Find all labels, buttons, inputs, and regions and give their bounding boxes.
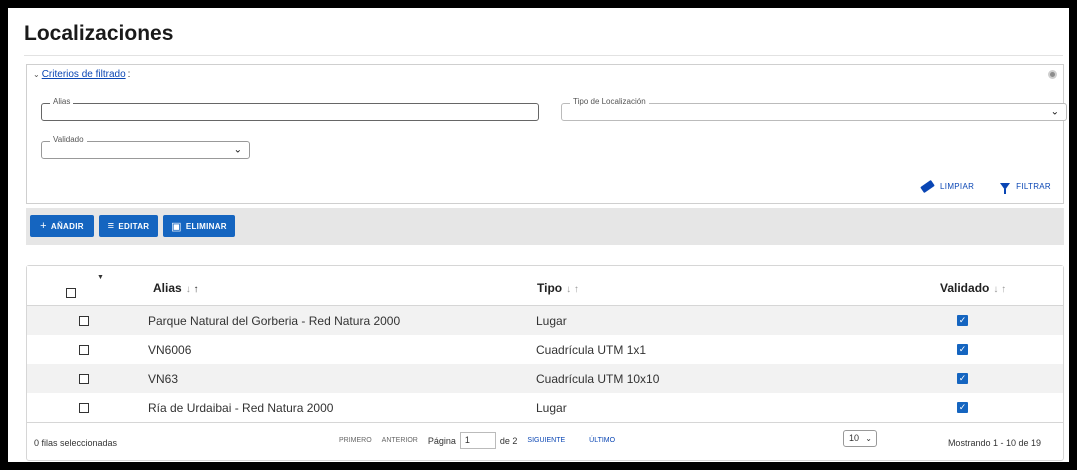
filter-label: FILTRAR <box>1016 182 1051 191</box>
page-number-input[interactable]: 1 <box>459 432 496 449</box>
page-title: Localizaciones <box>24 22 174 45</box>
delete-button[interactable]: ▣ ELIMINAR <box>163 215 235 237</box>
eraser-icon <box>920 179 935 194</box>
select-all-checkbox[interactable] <box>66 288 76 298</box>
add-button[interactable]: + AÑADIR <box>30 215 94 237</box>
delete-label: ELIMINAR <box>185 221 227 231</box>
filter-button[interactable]: FILTRAR <box>1000 182 1051 194</box>
pagination: PRIMERO ANTERIOR Página 1 de 2 SIGUIENTE… <box>339 432 615 449</box>
checkbox-checked-icon: ✓ <box>957 315 968 326</box>
filter-header: ⌄ Criterios de filtrado : <box>33 69 130 80</box>
edit-label: EDITAR <box>118 221 150 231</box>
row-checkbox[interactable] <box>79 374 89 384</box>
add-label: AÑADIR <box>50 221 84 231</box>
plus-icon: + <box>40 220 47 232</box>
title-divider <box>24 55 1063 56</box>
checkbox-checked-icon: ✓ <box>957 373 968 384</box>
cell-tipo: Cuadrícula UTM 1x1 <box>536 343 647 357</box>
trash-icon: ▣ <box>171 220 182 233</box>
filter-header-colon: : <box>127 69 131 80</box>
chevron-down-icon[interactable]: ⌄ <box>33 70 40 79</box>
column-header-validado[interactable]: Validado ↓ ↑ <box>940 281 1006 295</box>
table-row[interactable]: VN63 Cuadrícula UTM 10x10 ✓ <box>27 364 1063 393</box>
chevron-down-icon: ⌄ <box>233 144 242 156</box>
tipo-label: Tipo de Localización <box>570 97 649 106</box>
filter-actions: LIMPIAR FILTRAR <box>920 179 1051 194</box>
cell-tipo: Lugar <box>536 314 567 328</box>
sort-arrows-icon[interactable]: ↓ ↑ <box>566 284 579 295</box>
cell-alias: VN6006 <box>148 343 192 357</box>
selected-count: 0 filas seleccionadas <box>34 438 118 448</box>
row-checkbox[interactable] <box>79 403 89 413</box>
app-frame: Localizaciones ⌄ Criterios de filtrado :… <box>8 8 1069 462</box>
row-checkbox[interactable] <box>79 345 89 355</box>
checkbox-checked-icon: ✓ <box>957 402 968 413</box>
collapse-toggle-icon[interactable] <box>1048 70 1057 79</box>
cell-alias: Ría de Urdaibai - Red Natura 2000 <box>148 401 334 415</box>
page-size-value: 10 <box>849 433 860 443</box>
validado-select[interactable]: Validado ⌄ <box>41 135 250 159</box>
next-page-link[interactable]: SIGUIENTE <box>527 437 565 444</box>
cell-alias: VN63 <box>148 372 179 386</box>
checkbox-checked-icon: ✓ <box>957 344 968 355</box>
sort-arrows-icon[interactable]: ↓ ↑ <box>993 284 1006 295</box>
column-header-tipo[interactable]: Tipo ↓ ↑ <box>537 281 579 295</box>
action-toolbar: + AÑADIR ≡ EDITAR ▣ ELIMINAR <box>26 208 1064 245</box>
column-header-alias[interactable]: Alias ↓ ↑ <box>153 281 198 295</box>
tipo-select[interactable]: Tipo de Localización ⌄ <box>561 97 1067 121</box>
table-row[interactable]: Ría de Urdaibai - Red Natura 2000 Lugar … <box>27 393 1063 422</box>
column-alias-label: Alias <box>153 281 182 295</box>
table-row[interactable]: VN6006 Cuadrícula UTM 1x1 ✓ <box>27 335 1063 364</box>
edit-icon: ≡ <box>107 220 115 232</box>
page-size-select[interactable]: 10 ⌄ <box>843 430 877 447</box>
clear-label: LIMPIAR <box>940 182 975 191</box>
cell-tipo: Lugar <box>536 401 567 415</box>
chevron-down-icon: ⌄ <box>1050 106 1059 118</box>
chevron-down-icon: ⌄ <box>865 434 872 443</box>
table-header: ▼ Alias ↓ ↑ Tipo ↓ ↑ Validado ↓ ↑ <box>27 266 1063 306</box>
filter-panel: ⌄ Criterios de filtrado : Alias Tipo de … <box>26 64 1067 204</box>
clear-button[interactable]: LIMPIAR <box>920 179 975 194</box>
prev-page-link[interactable]: ANTERIOR <box>382 437 418 444</box>
alias-label: Alias <box>50 97 74 106</box>
showing-range: Mostrando 1 - 10 de 19 <box>947 438 1041 448</box>
alias-input[interactable]: Alias <box>41 97 539 121</box>
last-page-link[interactable]: ÚLTIMO <box>589 437 615 444</box>
row-checkbox[interactable] <box>79 316 89 326</box>
data-table: ▼ Alias ↓ ↑ Tipo ↓ ↑ Validado ↓ ↑ Parque Na… <box>26 265 1064 461</box>
funnel-icon <box>1000 183 1011 194</box>
edit-button[interactable]: ≡ EDITAR <box>99 215 158 237</box>
column-validado-label: Validado <box>940 281 990 295</box>
page-total: de 2 <box>499 435 518 446</box>
first-page-link[interactable]: PRIMERO <box>339 437 372 444</box>
page-label: Página <box>427 435 456 446</box>
table-footer: 0 filas seleccionadas PRIMERO ANTERIOR P… <box>27 422 1063 462</box>
selection-menu-icon[interactable]: ▼ <box>97 274 104 281</box>
table-row[interactable]: Parque Natural del Gorberia - Red Natura… <box>27 306 1063 335</box>
cell-tipo: Cuadrícula UTM 10x10 <box>536 372 660 386</box>
validado-label: Validado <box>50 135 87 144</box>
cell-alias: Parque Natural del Gorberia - Red Natura… <box>148 314 401 328</box>
filter-criteria-link[interactable]: Criterios de filtrado <box>42 69 126 80</box>
sort-arrows-icon[interactable]: ↓ ↑ <box>186 284 199 295</box>
column-tipo-label: Tipo <box>537 281 563 295</box>
